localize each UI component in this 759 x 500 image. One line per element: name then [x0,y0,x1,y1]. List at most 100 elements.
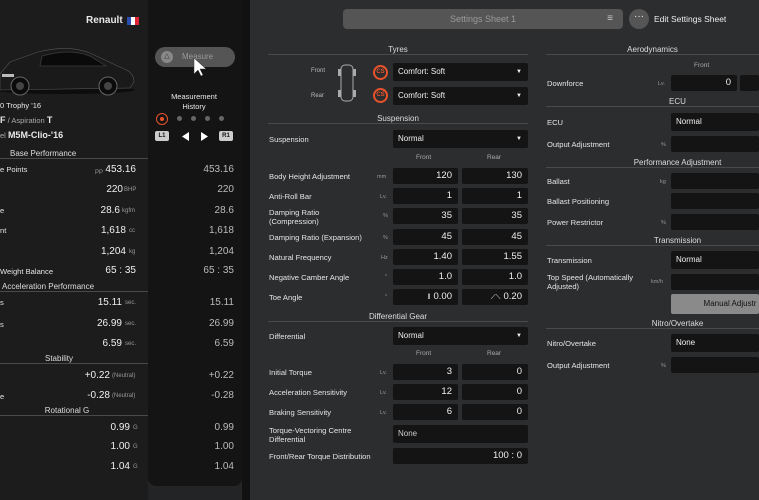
prev-next-icon[interactable] [180,131,210,142]
accel-1-unit: sec. [125,300,137,306]
front-tyre-value: Comfort: Soft [398,67,446,76]
history-dot[interactable] [177,116,182,121]
ecu-header: ECU [546,97,759,107]
accel-sensitivity-front-input[interactable]: 12 [393,384,458,400]
anti-roll-bar-front-input[interactable]: 1 [393,188,458,204]
ecu-output-unit: % [661,142,666,148]
toe-front-input[interactable]: ‖ 0.00 [393,289,458,305]
model-code-label: el [0,131,6,140]
drive-type: F [0,115,6,125]
torque-distribution-input[interactable]: 100 : 0 [393,448,528,464]
rear-tyre-value: Comfort: Soft [398,91,446,100]
damping-compression-label: Damping Ratio (Compression) [269,208,320,226]
divider [242,0,250,500]
rot-g-2-value: 1.00 [110,441,130,452]
damping-compression-rear-input[interactable]: 35 [462,208,528,224]
accel-1-value: 15.11 [97,297,122,308]
damping-compression-front-input[interactable]: 35 [393,208,458,224]
history-dot[interactable] [219,116,224,121]
diff-rear-header: Rear [487,350,502,357]
differential-value: Normal [398,331,424,340]
accel-sensitivity-label: Acceleration Sensitivity [269,388,348,397]
nitro-output-input[interactable] [671,357,759,373]
anti-roll-bar-rear-input[interactable]: 1 [462,188,528,204]
accel-sensitivity-rear-input[interactable]: 0 [462,384,528,400]
more-icon: ··· [634,11,644,22]
power-restrictor-unit: % [661,220,666,226]
natural-frequency-front-input[interactable]: 1.40 [393,249,458,265]
braking-sensitivity-front-input[interactable]: 6 [393,404,458,420]
stability-2-unit: (Neutral) [112,393,136,399]
nitro-dropdown[interactable]: None [671,334,759,352]
transmission-dropdown[interactable]: Normal [671,251,759,269]
body-height-label: Body Height Adjustment [269,172,351,181]
manual-adjustment-button[interactable]: Manual Adjustr [671,294,759,314]
pp-label: e Points [0,165,28,174]
tyres-header: Tyres [268,45,528,55]
accel-2-unit: sec. [125,321,137,327]
ballast-positioning-input[interactable] [671,193,759,209]
caret-down-icon: ▼ [516,93,522,99]
accel-2-value: 26.99 [96,318,122,329]
stability-1-unit: (Neutral) [112,373,136,379]
ecu-output-input[interactable] [671,136,759,152]
natural-frequency-rear-input[interactable]: 1.55 [462,249,528,265]
history-value: 0.99 [214,422,234,433]
top-speed-input[interactable] [671,274,759,290]
ecu-dropdown[interactable]: Normal [671,113,759,131]
natural-frequency-unit: Hz [381,255,388,261]
toe-out-icon: ⟋⟍ [490,294,501,301]
ballast-unit: kg [660,179,666,185]
edit-settings-sheet-label[interactable]: Edit Settings Sheet [654,14,726,24]
rot-g-3-unit: G [133,464,138,470]
transmission-header: Transmission [546,236,759,246]
l1-button[interactable]: L1 [155,131,169,141]
braking-sensitivity-rear-input[interactable]: 0 [462,404,528,420]
stability-1-value: +0.22 [84,370,110,381]
downforce-label: Downforce [547,79,584,88]
braking-sensitivity-label: Braking Sensitivity [269,408,332,417]
camber-rear-input[interactable]: 1.0 [462,269,528,285]
front-tyre-dropdown[interactable]: Comfort: Soft ▼ [393,63,528,81]
history-dot-active[interactable] [156,113,168,125]
power-restrictor-input[interactable] [671,214,759,230]
differential-dropdown[interactable]: Normal ▼ [393,327,528,345]
more-options-button[interactable]: ··· [629,9,649,29]
damping-expansion-rear-input[interactable]: 45 [462,229,528,245]
ballast-input[interactable] [671,173,759,189]
history-value: -0.28 [211,390,234,401]
r1-button[interactable]: R1 [219,131,233,141]
suspension-front-header: Front [416,154,432,161]
initial-torque-unit: Lv. [380,370,387,376]
damping-expansion-front-input[interactable]: 45 [393,229,458,245]
torque-label: e [0,206,5,215]
torque-value: 28.6 [100,205,120,216]
history-value: 220 [217,184,234,195]
initial-torque-front-input[interactable]: 3 [393,364,458,380]
suspension-header: Suspension [268,114,528,124]
damping-compression-unit: % [383,213,388,219]
downforce-front-input[interactable]: 0 [671,75,737,91]
body-height-rear-input[interactable]: 130 [462,168,528,184]
rear-tyre-dropdown[interactable]: Comfort: Soft ▼ [393,87,528,105]
tyre-rear-label: Rear [311,93,325,99]
car-image [0,48,135,96]
toe-rear-input[interactable]: ⟋⟍ 0.20 [462,289,528,305]
history-dot[interactable] [205,116,210,121]
transmission-label: Transmission [547,256,592,265]
nitro-output-label: Output Adjustment [547,361,610,370]
torque-vectoring-dropdown[interactable]: None [393,425,528,443]
history-dot[interactable] [191,116,196,121]
accel-1-label: s [0,298,4,307]
top-speed-unit: km/h [651,279,663,285]
history-value: 1.04 [214,461,234,472]
history-value: 1.00 [214,441,234,452]
toe-front-value: 0.00 [433,291,453,302]
settings-sheet-selector[interactable]: Settings Sheet 1 ≡ [343,9,623,29]
body-height-front-input[interactable]: 120 [393,168,458,184]
downforce-rear-input[interactable] [740,75,759,91]
suspension-dropdown[interactable]: Normal ▼ [393,130,528,148]
performance-adjustment-header: Performance Adjustment [546,158,759,168]
camber-front-input[interactable]: 1.0 [393,269,458,285]
initial-torque-rear-input[interactable]: 0 [462,364,528,380]
